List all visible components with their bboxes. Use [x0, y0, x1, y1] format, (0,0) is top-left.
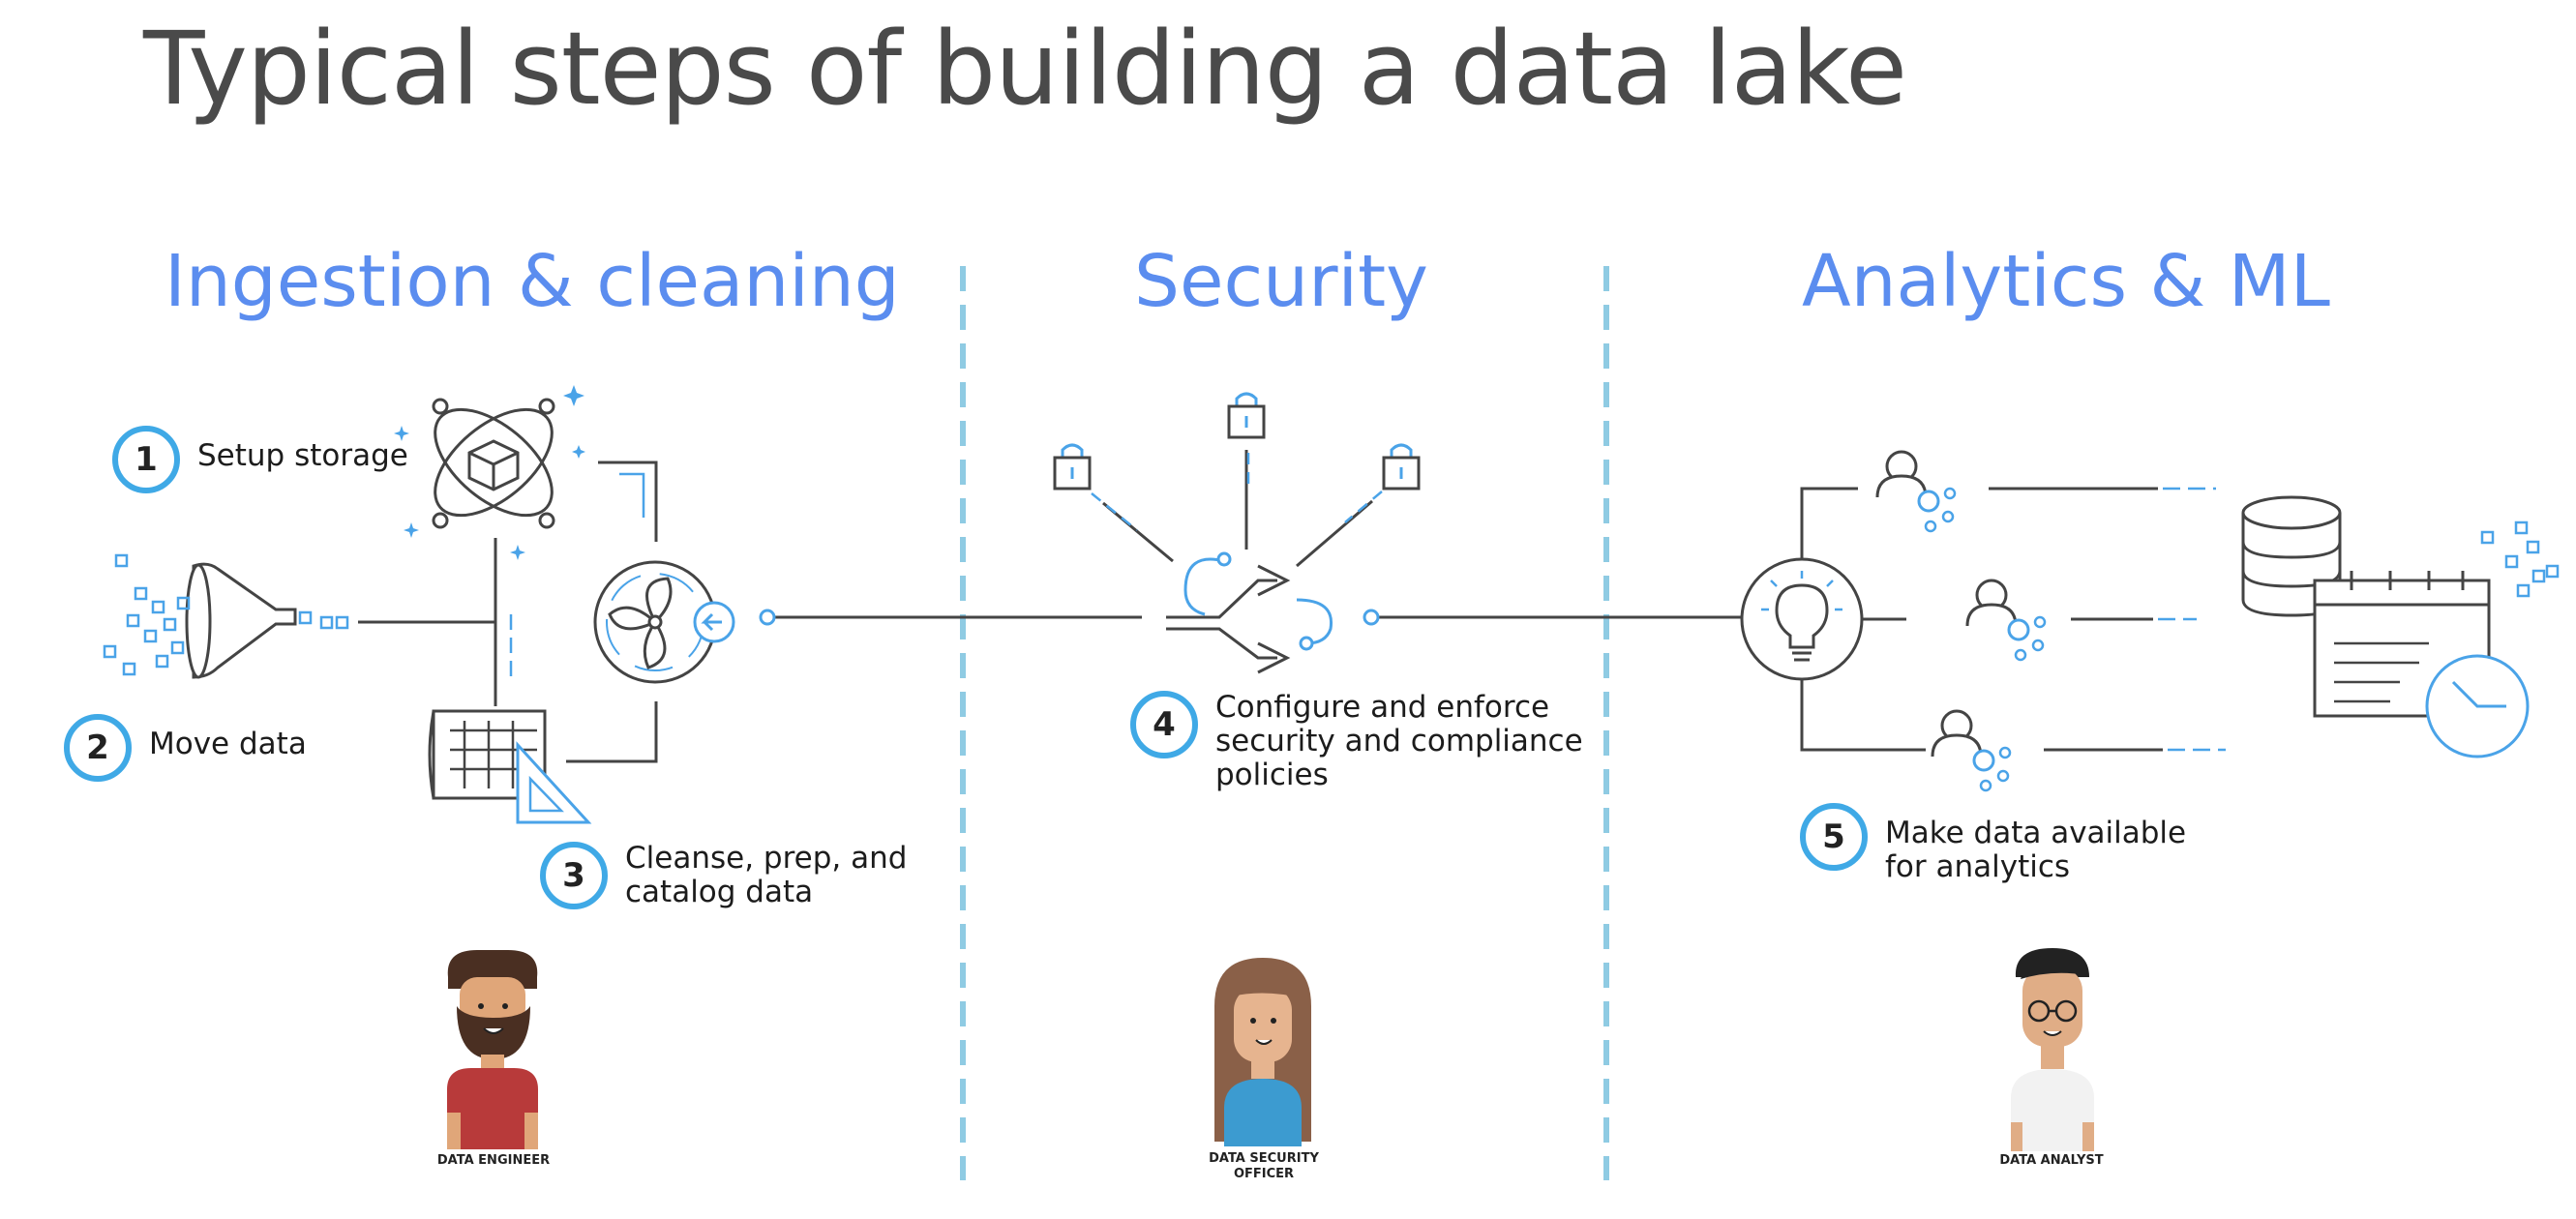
step-label: Setup storage	[197, 438, 408, 473]
step-3: 3 Cleanse, prep, and catalog data	[540, 842, 907, 909]
role-caption-analyst: DATA ANALYST	[1999, 1153, 2104, 1168]
step-4: 4 Configure and enforce security and com…	[1130, 691, 1583, 792]
lightbulb-icon	[1740, 557, 1864, 681]
step-5: 5 Make data available for analytics	[1800, 803, 2186, 884]
step-label: Configure and enforce security and compl…	[1215, 690, 1583, 792]
data-lake-diagram	[103, 266, 2560, 1180]
shuffle-arrows-icon	[1166, 551, 1333, 674]
role-caption-engineer: DATA ENGINEER	[436, 1153, 551, 1168]
database-calendar-clock-icon	[2241, 495, 2560, 758]
blueprint-icon	[428, 709, 592, 824]
fan-icon	[593, 560, 735, 684]
atom-storage-icon	[394, 385, 585, 560]
step-label: Move data	[149, 727, 307, 761]
step-number-badge: 2	[64, 714, 132, 782]
step-2: 2 Move data	[64, 714, 307, 782]
data-engineer-avatar	[447, 950, 538, 1149]
analyst-user-icons	[1875, 450, 2047, 792]
step-1: 1 Setup storage	[112, 426, 408, 493]
data-analyst-avatar	[2011, 948, 2094, 1151]
padlock-icons	[1053, 392, 1421, 491]
role-caption-security-officer: DATA SECURITY OFFICER	[1209, 1151, 1319, 1181]
step-number-badge: 5	[1800, 803, 1868, 871]
funnel-icon	[103, 553, 495, 679]
data-security-officer-avatar	[1214, 958, 1311, 1146]
step-number-badge: 1	[112, 426, 180, 493]
step-number-badge: 4	[1130, 691, 1198, 758]
step-label: Cleanse, prep, and catalog data	[625, 841, 908, 909]
step-number-badge: 3	[540, 842, 608, 909]
step-label: Make data available for analytics	[1885, 816, 2187, 884]
